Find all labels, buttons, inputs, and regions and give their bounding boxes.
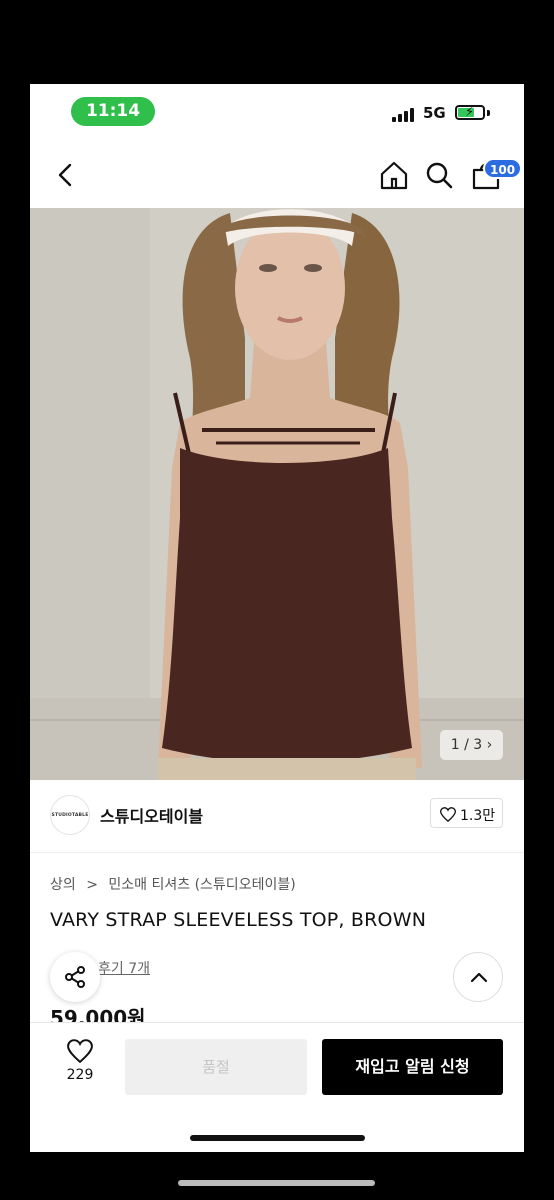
- model-photo: [30, 208, 524, 780]
- status-time: 11:14: [71, 97, 155, 126]
- scroll-top-button[interactable]: [453, 952, 503, 1002]
- product-title: VARY STRAP SLEEVELESS TOP, BROWN: [50, 909, 427, 931]
- back-icon[interactable]: [50, 159, 82, 191]
- home-indicator[interactable]: [190, 1135, 365, 1141]
- search-icon[interactable]: [423, 159, 455, 191]
- brand-logo[interactable]: STUDIOTABLE: [50, 795, 90, 835]
- image-page-counter[interactable]: 1 / 3 ›: [440, 730, 503, 760]
- cart-count-badge: 100: [483, 158, 523, 179]
- breadcrumb: 상의 > 민소매 티셔츠 (스튜디오테이블): [50, 874, 302, 894]
- chevron-right-icon: >: [86, 877, 98, 893]
- brand-row[interactable]: STUDIOTABLE 스튜디오테이블 1.3만: [30, 781, 524, 853]
- bottom-action-bar: 229 품절 재입고 알림 신청: [30, 1022, 524, 1152]
- battery-icon: ⚡: [455, 105, 485, 120]
- brand-like-button[interactable]: 1.3만: [430, 798, 503, 828]
- review-link[interactable]: 후기 7개: [98, 958, 150, 978]
- phone-screen: 11:14 5G ⚡ 100 1 / 3 › STUDIOTABLE 스튜디오테…: [30, 84, 524, 1152]
- share-button[interactable]: [50, 952, 100, 1002]
- soldout-button: 품절: [125, 1039, 307, 1095]
- chevron-right-icon: ›: [486, 737, 493, 753]
- signal-icon: [392, 106, 416, 122]
- brand-like-count: 1.3만: [460, 808, 496, 824]
- product-image[interactable]: [30, 208, 524, 780]
- outer-home-indicator: [178, 1180, 375, 1186]
- share-icon: [65, 966, 85, 988]
- home-icon[interactable]: [378, 159, 410, 191]
- chevron-up-icon: [470, 972, 488, 983]
- image-page-counter-label: 1 / 3: [450, 737, 483, 753]
- heart-icon: [440, 807, 456, 822]
- network-label: 5G: [423, 104, 446, 122]
- wish-button[interactable]: 229: [50, 1039, 110, 1095]
- restock-alert-button[interactable]: 재입고 알림 신청: [322, 1039, 503, 1095]
- brand-name[interactable]: 스튜디오테이블: [100, 803, 203, 827]
- wish-count: 229: [66, 1067, 94, 1083]
- breadcrumb-subcategory[interactable]: 민소매 티셔츠 (스튜디오테이블): [108, 877, 295, 893]
- breadcrumb-category[interactable]: 상의: [50, 877, 76, 893]
- heart-icon: [67, 1039, 93, 1063]
- app-header: [30, 142, 524, 208]
- status-bar: 11:14 5G ⚡: [30, 84, 524, 142]
- battery-tip: [487, 110, 490, 116]
